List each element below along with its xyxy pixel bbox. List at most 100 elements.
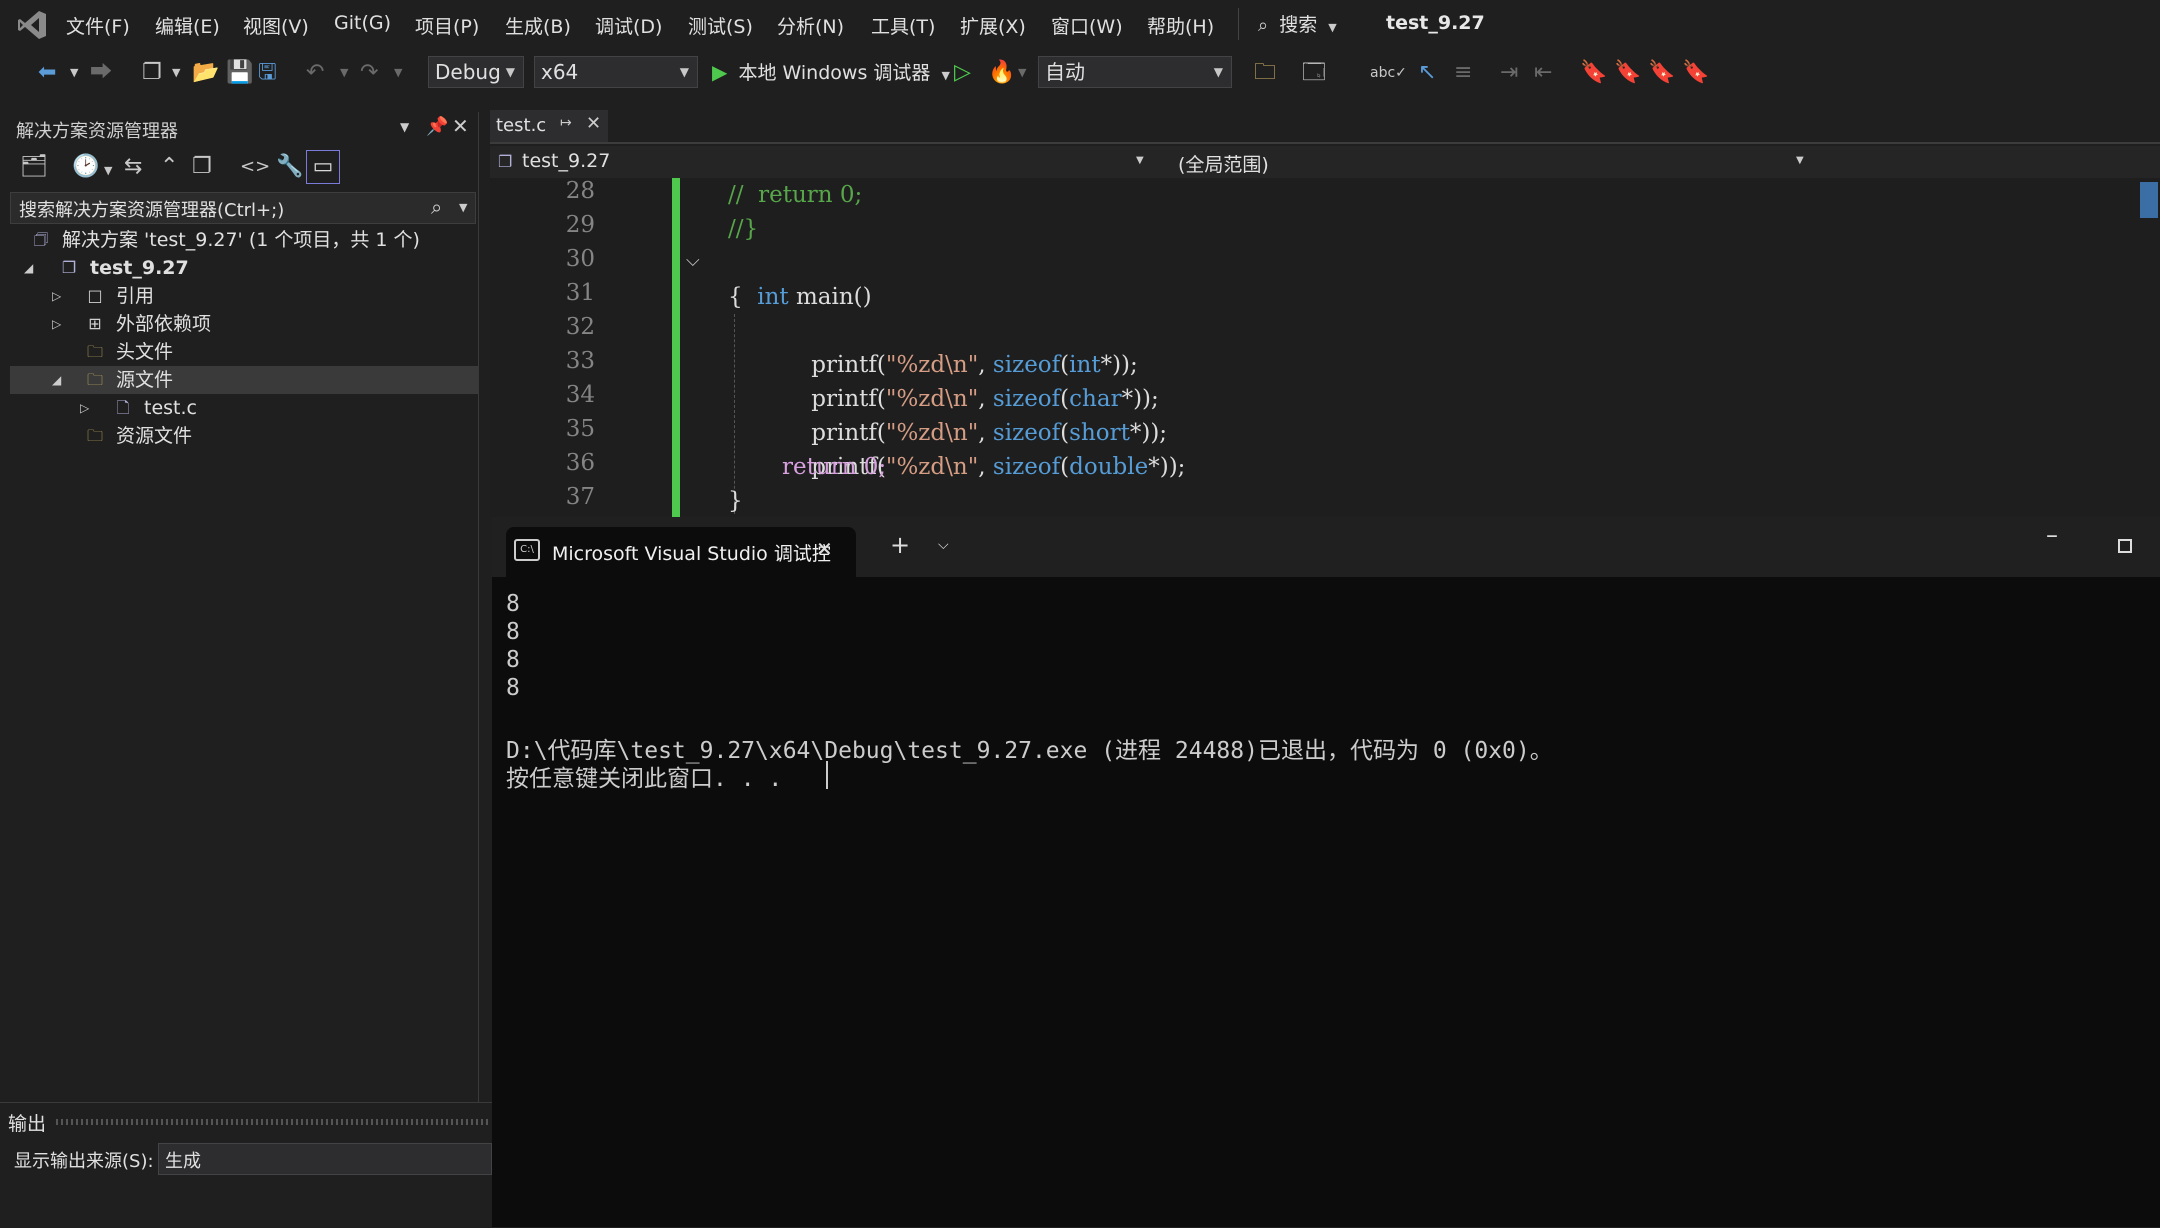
fold-chevron-icon[interactable]: ⌵: [686, 250, 700, 271]
tree-headers[interactable]: 🗀 头文件: [10, 338, 478, 366]
tree-project[interactable]: ◢ ❐ test_9.27: [10, 254, 478, 282]
next-bookmark-icon[interactable]: 🔖: [1648, 60, 1675, 86]
history-icon[interactable]: 🕑: [72, 154, 99, 180]
terminal-icon: C:\: [514, 539, 540, 561]
platform-dropdown[interactable]: x64 ▼: [534, 56, 698, 88]
solution-search-input[interactable]: 搜索解决方案资源管理器(Ctrl+;): [19, 196, 284, 222]
vs-logo-icon[interactable]: [16, 9, 48, 41]
pin-icon[interactable]: 📌: [426, 116, 448, 137]
menu-help[interactable]: 帮助(H): [1147, 12, 1214, 39]
chevron-down-icon[interactable]: ▼: [459, 201, 467, 214]
chevron-down-icon[interactable]: ▼: [70, 60, 78, 86]
close-icon[interactable]: ✕: [586, 113, 601, 134]
scrollbar-marker[interactable]: [2140, 182, 2158, 218]
output-source-label: 显示输出来源(S):: [14, 1151, 154, 1172]
output-pane: 输出 显示输出来源(S): 生成: [0, 1102, 492, 1228]
menu-analyze[interactable]: 分析(N): [777, 12, 844, 39]
c-file-icon: 🗋: [116, 398, 130, 417]
expanded-arrow-icon[interactable]: ◢: [24, 254, 33, 282]
prev-bookmark-icon[interactable]: 🔖: [1614, 60, 1641, 86]
global-scope-dropdown[interactable]: (全局范围) ▼: [1160, 146, 1820, 178]
back-icon[interactable]: ⬅: [38, 60, 56, 86]
collapsed-arrow-icon[interactable]: ▷: [52, 282, 61, 310]
code-line: printf("%zd\n", sizeof(short*));: [811, 420, 1168, 446]
menu-edit[interactable]: 编辑(E): [155, 12, 220, 39]
close-icon[interactable]: ✕: [816, 537, 833, 561]
comment-icon[interactable]: ≡: [1454, 60, 1472, 86]
window-layout-icon[interactable]: 🗔: [1302, 60, 1326, 86]
chevron-down-icon[interactable]: ▼: [400, 120, 409, 134]
auto-dropdown[interactable]: 自动 ▼: [1038, 56, 1232, 88]
tree-file-test-c[interactable]: ▷ 🗋 test.c: [10, 394, 478, 422]
menu-extensions[interactable]: 扩展(X): [960, 12, 1026, 39]
save-all-icon[interactable]: 🖫: [258, 60, 277, 86]
menu-file[interactable]: 文件(F): [66, 12, 130, 39]
tree-sources-label: 源文件: [116, 369, 174, 391]
solution-search-box[interactable]: 搜索解决方案资源管理器(Ctrl+;) ⌕ ▼: [10, 192, 476, 224]
cursor-icon[interactable]: ↖: [1418, 60, 1436, 86]
menu-build[interactable]: 生成(B): [505, 12, 571, 39]
tree-sources[interactable]: ◢ 🗀 源文件: [10, 366, 478, 394]
collapse-all-icon[interactable]: ⌃: [160, 154, 178, 180]
menu-project[interactable]: 项目(P): [415, 12, 479, 39]
chevron-down-icon[interactable]: ▼: [104, 158, 112, 184]
run-without-debug-icon[interactable]: ▷: [954, 60, 971, 86]
indent-icon[interactable]: ⇥: [1500, 60, 1518, 86]
hot-reload-icon[interactable]: 🔥: [988, 60, 1015, 86]
new-item-icon[interactable]: ❐: [142, 60, 162, 86]
code-editor[interactable]: 28 // return 0; 29 //} 30 ⌵ int main() 3…: [490, 178, 2160, 517]
save-icon[interactable]: 💾: [226, 60, 253, 86]
console-tab[interactable]: C:\ Microsoft Visual Studio 调试控 ✕: [506, 527, 856, 577]
folder-view-icon[interactable]: 🗀: [1254, 60, 1276, 86]
chevron-down-icon[interactable]: ▼: [172, 60, 180, 86]
menu-view[interactable]: 视图(V): [243, 12, 309, 39]
platform-value: x64: [541, 60, 579, 84]
clear-bookmarks-icon[interactable]: 🔖: [1682, 60, 1709, 86]
expanded-arrow-icon[interactable]: ◢: [52, 366, 61, 394]
chevron-down-icon[interactable]: ▼: [1018, 60, 1026, 86]
close-icon[interactable]: ✕: [452, 114, 469, 138]
code-icon[interactable]: <>: [240, 154, 270, 180]
tree-resources[interactable]: 🗀 资源文件: [10, 422, 478, 450]
code-line: printf("%zd\n", sizeof(double*));: [811, 454, 1186, 480]
forward-icon[interactable]: ⮕: [90, 60, 112, 86]
tree-external-deps[interactable]: ▷ ⊞ 外部依赖项: [10, 310, 478, 338]
minimize-icon[interactable]: –: [2046, 521, 2058, 549]
menu-test[interactable]: 测试(S): [688, 12, 753, 39]
sync-icon[interactable]: ⇆: [124, 154, 142, 180]
menu-tools[interactable]: 工具(T): [871, 12, 935, 39]
search-box[interactable]: ⌕ 搜索 ▼: [1258, 10, 1337, 38]
collapsed-arrow-icon[interactable]: ▷: [80, 394, 89, 422]
tree-solution[interactable]: 🗇 解决方案 'test_9.27' (1 个项目，共 1 个): [10, 226, 478, 254]
maximize-icon[interactable]: [2118, 539, 2132, 553]
undo-icon[interactable]: ↶: [306, 60, 324, 86]
properties-icon[interactable]: 🔧: [276, 154, 303, 180]
menu-window[interactable]: 窗口(W): [1051, 12, 1123, 39]
redo-icon[interactable]: ↷: [360, 60, 378, 86]
new-tab-icon[interactable]: +: [890, 531, 910, 559]
switch-views-icon[interactable]: 🗂: [20, 154, 48, 180]
config-dropdown[interactable]: Debug ▼: [428, 56, 524, 88]
output-source-dropdown[interactable]: 生成: [158, 1143, 492, 1175]
menu-debug[interactable]: 调试(D): [595, 12, 662, 39]
show-all-files-icon[interactable]: ❐: [192, 154, 212, 180]
chevron-down-icon[interactable]: ⌵: [938, 537, 949, 553]
output-source-value: 生成: [165, 1151, 201, 1172]
outdent-icon[interactable]: ⇤: [1534, 60, 1552, 86]
spell-check-icon[interactable]: abc✓: [1370, 60, 1407, 86]
collapsed-arrow-icon[interactable]: ▷: [52, 310, 61, 338]
pin-icon[interactable]: ↦: [560, 115, 572, 131]
tree-references[interactable]: ▷ □ 引用: [10, 282, 478, 310]
project-scope-dropdown[interactable]: ❐ test_9.27 ▼: [490, 146, 1154, 178]
console-output-line: 8: [506, 675, 520, 701]
chevron-down-icon[interactable]: ▼: [394, 60, 402, 86]
tab-test-c[interactable]: test.c ↦ ✕: [490, 110, 608, 142]
chevron-down-icon: ▼: [1796, 155, 1804, 166]
menu-git[interactable]: Git(G): [334, 12, 391, 34]
start-debug-button[interactable]: ▶ 本地 Windows 调试器 ▼: [712, 58, 950, 88]
chevron-down-icon[interactable]: ▼: [340, 60, 348, 86]
bookmark-icon[interactable]: 🔖: [1580, 60, 1607, 86]
open-folder-icon[interactable]: 📂: [192, 60, 219, 86]
debug-console-window[interactable]: C:\ Microsoft Visual Studio 调试控 ✕ + ⌵ – …: [492, 517, 2160, 1227]
preview-icon[interactable]: ▭: [306, 150, 340, 184]
